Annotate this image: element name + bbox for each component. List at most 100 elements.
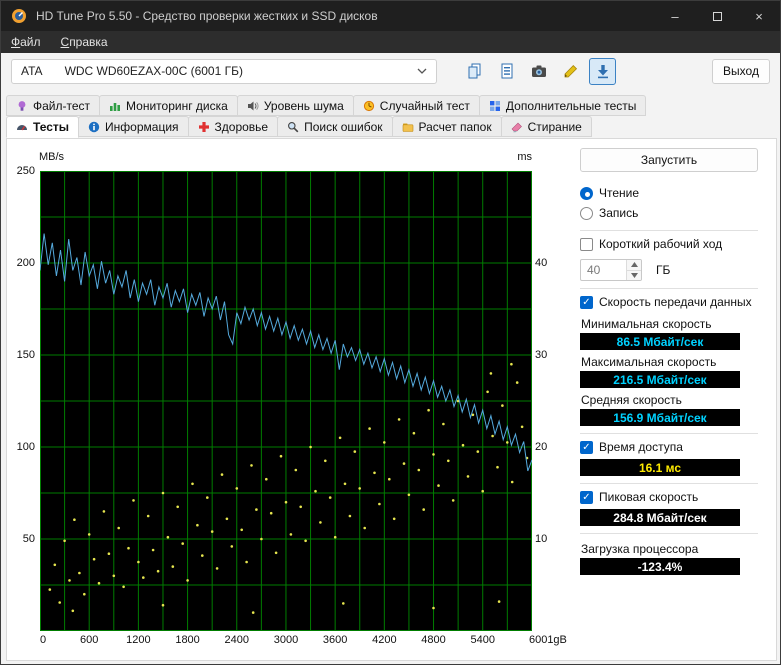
drive-interface-label: ATA	[21, 64, 43, 78]
drive-name: WDC WD60EZAX-00C (6001 ГБ)	[65, 64, 243, 78]
disk-monitor-icon	[109, 100, 121, 112]
tab-label: Здоровье	[215, 120, 269, 134]
tab-label: Поиск ошибок	[304, 120, 382, 134]
tab-label: Уровень шума	[264, 99, 344, 113]
max-speed-label: Максимальная скорость	[581, 355, 758, 369]
divider	[580, 483, 758, 484]
short-stroke-label: Короткий рабочий ход	[599, 237, 722, 251]
tab-folder-usage[interactable]: Расчет папок	[392, 116, 502, 137]
folder-icon	[402, 121, 414, 133]
benchmark-chart: MB/s ms 25020015010050 40302010 06001200…	[7, 139, 572, 660]
axis-tick-label: 600	[80, 634, 98, 646]
menu-help[interactable]: Справка	[61, 35, 108, 49]
exit-button[interactable]: Выход	[712, 59, 770, 84]
axis-tick-label: 200	[17, 257, 35, 269]
y-left-axis-unit: MB/s	[39, 151, 64, 163]
divider	[580, 533, 758, 534]
gauge-icon	[16, 121, 28, 133]
read-radio[interactable]	[580, 187, 593, 200]
stepper-down-icon[interactable]	[627, 271, 641, 281]
copy-button[interactable]	[461, 58, 488, 85]
chevron-down-icon	[417, 68, 427, 74]
tab-extra-tests[interactable]: Дополнительные тесты	[479, 95, 646, 116]
speaker-icon	[247, 100, 259, 112]
axis-tick-label: 5400	[470, 634, 494, 646]
tab-random-test[interactable]: Случайный тест	[353, 95, 480, 116]
stepper-up-icon[interactable]	[627, 260, 641, 271]
health-icon	[198, 121, 210, 133]
tab-disk-monitor[interactable]: Мониторинг диска	[99, 95, 238, 116]
file-test-icon	[16, 100, 28, 112]
min-speed-label: Минимальная скорость	[581, 317, 758, 331]
tab-error-scan[interactable]: Поиск ошибок	[277, 116, 392, 137]
short-stroke-row[interactable]: Короткий рабочий ход	[580, 236, 758, 252]
tab-noise-level[interactable]: Уровень шума	[237, 95, 354, 116]
axis-tick-label: 40	[535, 257, 547, 269]
burst-rate-checkbox[interactable]: ✓	[580, 491, 593, 504]
axis-tick-label: 50	[23, 533, 35, 545]
transfer-rate-row[interactable]: ✓ Скорость передачи данных	[580, 294, 758, 310]
menu-file[interactable]: Файл	[11, 35, 41, 49]
avg-speed-value: 156.9 Мбайт/сек	[580, 409, 740, 426]
tab-health[interactable]: Здоровье	[188, 116, 279, 137]
transfer-rate-label: Скорость передачи данных	[599, 295, 752, 309]
min-speed-value: 86.5 Мбайт/сек	[580, 333, 740, 350]
write-radio[interactable]	[580, 207, 593, 220]
window-title: HD Tune Pro 5.50 - Средство проверки жес…	[36, 9, 378, 23]
app-icon	[11, 8, 27, 24]
brush-icon	[562, 62, 580, 80]
access-time-value: 16.1 мс	[580, 459, 740, 476]
screenshot-button[interactable]	[525, 58, 552, 85]
short-stroke-size-row: 40 ГБ	[580, 259, 758, 281]
x-axis-ticks: 0600120018002400300036004200480054006001…	[40, 634, 532, 650]
random-test-icon	[363, 100, 375, 112]
read-radio-row[interactable]: Чтение	[580, 185, 758, 201]
close-button[interactable]: ×	[738, 1, 780, 31]
read-radio-label: Чтение	[599, 186, 639, 200]
tab-label: Дополнительные тесты	[506, 99, 636, 113]
tab-information[interactable]: Информация	[78, 116, 188, 137]
tab-label: Мониторинг диска	[126, 99, 228, 113]
divider	[580, 433, 758, 434]
write-radio-row[interactable]: Запись	[580, 205, 758, 221]
axis-tick-label: 1200	[126, 634, 150, 646]
tab-tests[interactable]: Тесты	[6, 116, 79, 138]
menubar: Файл Справка	[1, 31, 780, 53]
save-results-button[interactable]	[589, 58, 616, 85]
hdtune-window: HD Tune Pro 5.50 - Средство проверки жес…	[0, 0, 781, 665]
axis-tick-label: 10	[535, 533, 547, 545]
copy-icon	[466, 62, 484, 80]
transfer-rate-checkbox[interactable]: ✓	[580, 296, 593, 309]
short-stroke-size-value[interactable]: 40	[581, 260, 626, 280]
minimize-button[interactable]: –	[654, 1, 696, 31]
drive-select[interactable]: ATA WDC WD60EZAX-00C (6001 ГБ)	[11, 59, 437, 84]
maximize-button[interactable]	[696, 1, 738, 31]
erase-icon	[511, 121, 523, 133]
axis-tick-label: 100	[17, 441, 35, 453]
tab-label: Случайный тест	[380, 99, 470, 113]
short-stroke-size-stepper[interactable]: 40	[580, 259, 642, 281]
tab-row-lower: Тесты Информация Здоровье	[6, 116, 777, 137]
titlebar: HD Tune Pro 5.50 - Средство проверки жес…	[1, 1, 780, 31]
tab-label: Информация	[105, 120, 178, 134]
access-time-row[interactable]: ✓ Время доступа	[580, 439, 758, 455]
access-time-checkbox[interactable]: ✓	[580, 441, 593, 454]
burst-rate-row[interactable]: ✓ Пиковая скорость	[580, 489, 758, 505]
axis-tick-label: 250	[17, 165, 35, 177]
stepper-buttons[interactable]	[626, 260, 641, 280]
axis-tick-label: 2400	[225, 634, 249, 646]
info-icon	[88, 121, 100, 133]
axis-tick-label: 3600	[323, 634, 347, 646]
copy-report-button[interactable]	[493, 58, 520, 85]
annotate-button[interactable]	[557, 58, 584, 85]
tab-label: Тесты	[33, 120, 69, 134]
start-button[interactable]: Запустить	[580, 148, 758, 172]
burst-rate-label: Пиковая скорость	[599, 490, 698, 504]
tab-file-test[interactable]: Файл-тест	[6, 95, 100, 116]
tab-erase[interactable]: Стирание	[501, 116, 592, 137]
short-stroke-checkbox[interactable]	[580, 238, 593, 251]
axis-tick-label: 3000	[274, 634, 298, 646]
toolbar: ATA WDC WD60EZAX-00C (6001 ГБ)	[1, 53, 780, 89]
access-time-label: Время доступа	[599, 440, 683, 454]
y-left-axis-ticks: 25020015010050	[9, 171, 37, 631]
